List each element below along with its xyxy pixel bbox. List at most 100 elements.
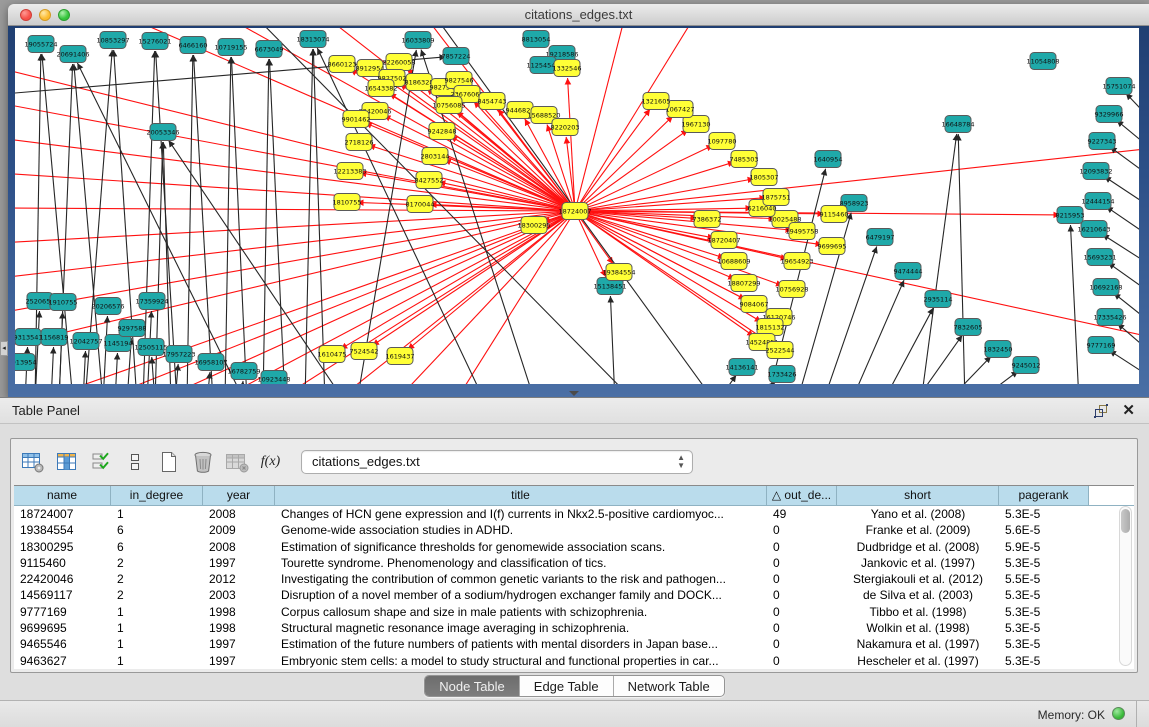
graph-node[interactable]: 8454743 bbox=[478, 93, 507, 110]
graph-node[interactable]: 18807299 bbox=[727, 275, 760, 292]
graph-node[interactable]: 15276021 bbox=[138, 33, 171, 50]
graph-node[interactable]: 9777169 bbox=[1087, 337, 1116, 354]
graph-node[interactable]: 1910755 bbox=[49, 294, 78, 311]
graph-node[interactable]: 17359924 bbox=[135, 293, 168, 310]
graph-node[interactable]: 9699695 bbox=[818, 238, 847, 255]
tab-edge-table[interactable]: Edge Table bbox=[520, 676, 614, 696]
graph-node[interactable]: 10756085 bbox=[432, 97, 465, 114]
new-table-icon[interactable] bbox=[155, 449, 182, 475]
graph-node[interactable]: 16648784 bbox=[941, 116, 974, 133]
graph-node[interactable]: 7386372 bbox=[693, 211, 722, 228]
show-column-icon[interactable] bbox=[53, 449, 80, 475]
table-row[interactable]: 911546021997Tourette syndrome. Phenomeno… bbox=[14, 555, 1134, 571]
graph-node[interactable]: 22260058 bbox=[382, 54, 415, 71]
graph-node[interactable]: 8427552 bbox=[415, 172, 444, 189]
graph-node[interactable]: 7857224 bbox=[442, 48, 471, 65]
graph-node[interactable]: 6466160 bbox=[179, 37, 208, 54]
graph-node[interactable]: 16958107 bbox=[194, 354, 227, 371]
function-builder-icon[interactable]: f(x) bbox=[257, 449, 284, 475]
column-header-5[interactable]: short bbox=[837, 486, 999, 505]
table-row[interactable]: 1830029562008Estimation of significance … bbox=[14, 539, 1134, 555]
graph-node[interactable]: 12213383 bbox=[333, 163, 366, 180]
graph-node[interactable]: 1097780 bbox=[708, 133, 737, 150]
graph-node[interactable]: 8215953 bbox=[1056, 207, 1085, 224]
graph-node[interactable]: 1967130 bbox=[682, 116, 711, 133]
graph-node[interactable]: 1815132 bbox=[756, 319, 785, 336]
graph-node[interactable]: 16210643 bbox=[1077, 221, 1110, 238]
column-header-2[interactable]: year bbox=[203, 486, 275, 505]
graph-node[interactable]: 2522544 bbox=[766, 342, 795, 359]
graph-node[interactable]: 9227343 bbox=[1088, 133, 1117, 150]
graph-node[interactable]: 1913954 bbox=[15, 354, 36, 371]
graph-node[interactable]: 12444154 bbox=[1081, 193, 1114, 210]
graph-node[interactable]: 9297588 bbox=[118, 320, 147, 337]
graph-node[interactable]: 6479197 bbox=[866, 229, 895, 246]
table-row[interactable]: 969969511998Structural magnetic resonanc… bbox=[14, 620, 1134, 636]
graph-node[interactable]: 17957223 bbox=[162, 346, 195, 363]
graph-node[interactable]: 20206576 bbox=[91, 298, 124, 315]
graph-node[interactable]: 20053346 bbox=[146, 124, 179, 141]
column-header-6[interactable]: pagerank bbox=[999, 486, 1089, 505]
graph-node[interactable]: 19055724 bbox=[24, 36, 57, 53]
graph-node[interactable]: 1321605 bbox=[642, 93, 671, 110]
table-select-dropdown[interactable]: citations_edges.txt ▲▼ bbox=[301, 450, 693, 474]
close-panel-icon[interactable]: ✕ bbox=[1122, 401, 1135, 419]
delete-icon[interactable] bbox=[189, 449, 216, 475]
graph-node[interactable]: 10853297 bbox=[96, 32, 129, 49]
graph-node[interactable]: 15693231 bbox=[1083, 249, 1116, 266]
graph-node[interactable]: 1156819 bbox=[40, 329, 69, 346]
graph-node[interactable]: 1810755 bbox=[333, 194, 362, 211]
graph-node[interactable]: 10688609 bbox=[717, 253, 750, 270]
tab-network-table[interactable]: Network Table bbox=[614, 676, 724, 696]
graph-node[interactable]: 10719155 bbox=[214, 39, 247, 56]
graph-node[interactable]: 16543382 bbox=[364, 80, 397, 97]
graph-node[interactable]: 9313541 bbox=[15, 329, 42, 346]
table-row[interactable]: 1938455462009Genome-wide association stu… bbox=[14, 522, 1134, 538]
table-row[interactable]: 946554611997Estimation of the future num… bbox=[14, 636, 1134, 652]
table-row[interactable]: 977716911998Corpus callosum shape and si… bbox=[14, 604, 1134, 620]
select-rows-icon[interactable] bbox=[87, 449, 114, 475]
table-row[interactable]: 2242004622012Investigating the contribut… bbox=[14, 571, 1134, 587]
graph-node[interactable]: 19654923 bbox=[780, 253, 813, 270]
network-canvas[interactable]: 1905572420691406 10853297 15276021 6466160 1… bbox=[15, 28, 1139, 384]
graph-node[interactable]: 1332546 bbox=[553, 60, 582, 77]
graph-node[interactable]: 1610475 bbox=[318, 346, 347, 363]
graph-node[interactable]: 1619437 bbox=[386, 348, 415, 365]
column-header-3[interactable]: title bbox=[275, 486, 767, 505]
graph-node[interactable]: 18313074 bbox=[296, 31, 329, 48]
graph-node[interactable]: 9084067 bbox=[740, 296, 769, 313]
graph-node[interactable]: 9474444 bbox=[894, 263, 923, 280]
graph-node[interactable]: 9901462 bbox=[342, 111, 371, 128]
graph-node[interactable]: 1832450 bbox=[984, 341, 1013, 358]
graph-node[interactable]: 20691406 bbox=[56, 46, 89, 63]
column-header-1[interactable]: in_degree bbox=[111, 486, 203, 505]
graph-node[interactable]: 2935114 bbox=[924, 291, 953, 308]
table-row[interactable]: 946362711997Embryonic stem cells: a mode… bbox=[14, 653, 1134, 669]
graph-node[interactable]: 16782759 bbox=[227, 363, 260, 380]
float-panel-icon[interactable] bbox=[1094, 404, 1109, 418]
window-titlebar[interactable]: citations_edges.txt bbox=[8, 4, 1149, 26]
graph-node[interactable]: 1875751 bbox=[762, 189, 791, 206]
table-row[interactable]: 1872400712008Changes of HCN gene express… bbox=[14, 506, 1134, 522]
graph-node[interactable]: 9242848 bbox=[428, 123, 457, 140]
graph-node[interactable]: 18720407 bbox=[707, 232, 740, 249]
graph-node[interactable]: 10692168 bbox=[1089, 279, 1122, 296]
graph-node[interactable]: 2803144 bbox=[421, 148, 450, 165]
graph-node[interactable]: 7485303 bbox=[730, 151, 759, 168]
graph-node[interactable]: 18724007 bbox=[558, 203, 591, 220]
graph-node[interactable]: 11054808 bbox=[1026, 53, 1059, 70]
graph-node[interactable]: 12042757 bbox=[69, 333, 102, 350]
graph-node[interactable]: 9245012 bbox=[1012, 357, 1041, 374]
graph-node[interactable]: 10923448 bbox=[257, 371, 290, 385]
graph-node[interactable]: 16033809 bbox=[401, 32, 434, 49]
graph-node[interactable]: 18300295 bbox=[517, 217, 550, 234]
graph-node[interactable]: 1805307 bbox=[750, 169, 779, 186]
table-scrollbar[interactable] bbox=[1119, 506, 1132, 666]
graph-node[interactable]: 7524542 bbox=[350, 343, 379, 360]
column-header-0[interactable]: name bbox=[14, 486, 111, 505]
graph-node[interactable]: 8220203 bbox=[551, 119, 580, 136]
delete-table-icon-disabled[interactable] bbox=[223, 449, 250, 475]
graph-node[interactable]: 10756928 bbox=[775, 281, 808, 298]
graph-node[interactable]: 12093832 bbox=[1079, 163, 1112, 180]
graph-node[interactable]: 8660123 bbox=[328, 56, 357, 73]
